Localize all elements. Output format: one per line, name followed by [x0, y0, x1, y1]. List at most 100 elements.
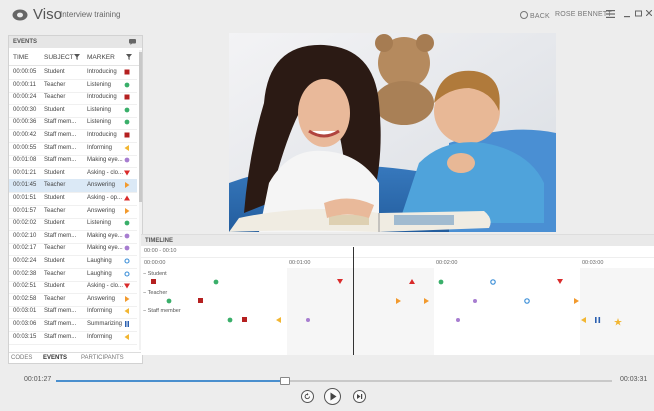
- event-row[interactable]: 00:03:15 Staff mem... Informing: [9, 331, 137, 345]
- teacher-answering-marker: [574, 298, 579, 304]
- event-time: 00:02:10: [13, 232, 37, 239]
- events-list: 00:00:05 Student Introducing 00:00:11 Teache…: [9, 66, 142, 352]
- event-marker: Introducing: [87, 94, 117, 101]
- teacher-listening-marker: [166, 298, 172, 304]
- minimize-icon[interactable]: [624, 10, 630, 18]
- event-marker: Laughing: [87, 270, 112, 277]
- event-subject: Staff mem...: [44, 144, 77, 151]
- events-panel-header: EVENTS: [9, 36, 142, 48]
- event-time: 00:01:08: [13, 157, 37, 164]
- timeline-playhead[interactable]: [353, 247, 354, 355]
- seek-bar-progress: [56, 380, 284, 382]
- event-time: 00:01:51: [13, 195, 37, 201]
- marker-dot-icon: [124, 233, 130, 239]
- staff-making-eye-contact-marker: [456, 318, 460, 322]
- comment-icon[interactable]: [129, 39, 136, 45]
- seek-bar-thumb[interactable]: [279, 377, 290, 385]
- event-subject: Student: [44, 169, 65, 176]
- viso-logo-icon: [12, 9, 28, 21]
- event-subject: Staff mem...: [44, 132, 77, 138]
- tab-participants[interactable]: PARTICIPANTS: [81, 355, 124, 361]
- event-subject: Teacher: [44, 81, 66, 88]
- staff-making-eye-contact-marker: [306, 318, 310, 322]
- marker-dot-icon: [124, 220, 130, 226]
- marker-left-icon: [124, 308, 129, 315]
- event-time: 00:00:36: [13, 119, 37, 126]
- event-subject: Staff mem...: [44, 232, 77, 239]
- event-subject: Teacher: [44, 295, 66, 302]
- events-panel-title: EVENTS: [13, 39, 38, 45]
- video-player[interactable]: [229, 33, 556, 232]
- teacher-making-eye-contact-marker: [473, 299, 477, 303]
- marker-dot-icon: [124, 82, 130, 87]
- col-subject[interactable]: SUBJECT: [44, 54, 74, 61]
- event-subject: Staff mem...: [44, 321, 77, 327]
- student-listening-marker: [438, 279, 444, 285]
- event-time: 00:02:02: [13, 220, 37, 227]
- event-time: 00:01:21: [13, 169, 37, 176]
- event-marker: Answering: [87, 207, 116, 214]
- marker-left-icon: [124, 144, 129, 151]
- event-marker: Answering: [87, 295, 116, 302]
- event-marker: Informing: [87, 144, 113, 151]
- marker-square-icon: [124, 69, 130, 75]
- col-time[interactable]: TIME: [13, 54, 29, 61]
- event-subject: Staff mem...: [44, 157, 77, 164]
- student-asking-closed-marker: [337, 279, 343, 284]
- duration-time: 00:03:31: [620, 376, 648, 383]
- staff-summarizing-marker: [598, 317, 601, 323]
- back-label: BACK: [530, 13, 550, 20]
- panel-tabs: CODES EVENTS PARTICIPANTS: [9, 352, 142, 364]
- tick-0: 00:00:00: [144, 260, 166, 266]
- event-marker: Introducing: [87, 132, 117, 138]
- play-button[interactable]: [324, 388, 341, 405]
- event-time: 00:03:01: [13, 308, 37, 315]
- event-subject: Staff mem...: [44, 119, 77, 126]
- back-button[interactable]: BACK: [520, 11, 550, 20]
- marker-square-icon: [124, 94, 130, 100]
- tab-events[interactable]: EVENTS: [43, 355, 67, 361]
- event-time: 00:03:15: [13, 333, 37, 340]
- maximize-icon[interactable]: [635, 10, 642, 17]
- app-name: Viso: [33, 6, 62, 23]
- events-scrollbar-thumb[interactable]: [139, 52, 142, 202]
- staff-introducing-marker: [242, 317, 247, 322]
- event-subject: Teacher: [44, 182, 66, 189]
- event-subject: Student: [44, 106, 65, 113]
- marker-pause-icon: [125, 321, 129, 327]
- staff-informing-marker: [614, 318, 622, 326]
- user-name[interactable]: ROSE BENNETT: [555, 11, 612, 18]
- event-marker: Making eye...: [87, 232, 123, 239]
- event-marker: Asking - op...: [87, 195, 123, 201]
- tab-codes[interactable]: CODES: [11, 355, 32, 361]
- timeline-markers[interactable]: [141, 268, 654, 355]
- event-time: 00:00:11: [13, 81, 36, 88]
- marker-dot-icon: [124, 157, 130, 163]
- marker-dot-icon: [124, 119, 130, 125]
- event-subject: Staff mem...: [44, 333, 77, 340]
- event-time: 00:01:45: [13, 182, 37, 189]
- col-marker[interactable]: MARKER: [87, 54, 115, 61]
- current-time: 00:01:27: [24, 376, 52, 383]
- event-time: 00:02:51: [13, 283, 37, 290]
- marker-left-icon: [124, 333, 129, 340]
- event-marker: Listening: [87, 220, 112, 227]
- play-icon: [330, 392, 336, 401]
- hamburger-menu-icon[interactable]: [606, 10, 615, 18]
- timeline-ruler-line: [141, 257, 654, 258]
- marker-up-icon: [124, 195, 130, 201]
- event-subject: Student: [44, 258, 65, 264]
- filter-icon[interactable]: [126, 54, 132, 60]
- event-subject: Teacher: [44, 207, 66, 214]
- event-marker: Introducing: [87, 69, 117, 75]
- staff-informing-marker: [581, 317, 586, 323]
- close-icon[interactable]: [646, 10, 652, 16]
- forward-button[interactable]: [353, 390, 366, 403]
- filter-icon[interactable]: [74, 54, 80, 60]
- event-subject: Student: [44, 220, 65, 227]
- event-marker: Asking - clo...: [87, 283, 124, 290]
- rewind-button[interactable]: [301, 390, 314, 403]
- event-subject: Teacher: [44, 94, 66, 101]
- student-laughing-marker: [490, 279, 496, 285]
- back-icon: [520, 11, 528, 19]
